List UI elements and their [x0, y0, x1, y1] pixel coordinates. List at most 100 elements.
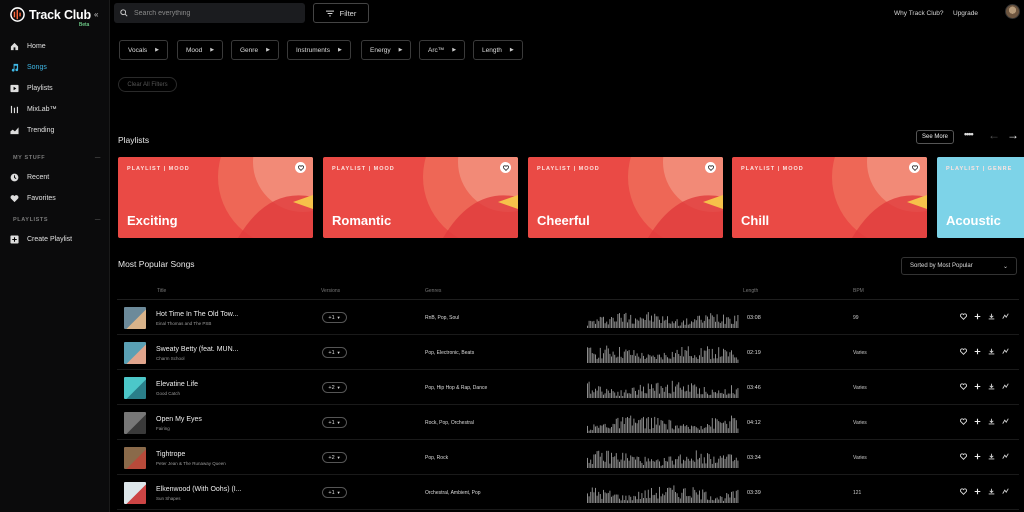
waveform[interactable]	[587, 308, 739, 328]
favorite-heart-icon[interactable]	[500, 162, 511, 173]
see-more-button[interactable]: See More	[916, 130, 954, 144]
song-row[interactable]: Open My Eyes Fairing +1 ▼ Rock, Pop, Orchest…	[117, 405, 1019, 440]
favorite-heart-icon[interactable]	[705, 162, 716, 173]
chip-energy[interactable]: Energy ▶	[361, 40, 412, 60]
search-box[interactable]	[114, 3, 305, 23]
song-title[interactable]: Hot Time In The Old Tow...	[156, 311, 238, 318]
collapse-sidebar-icon[interactable]: «	[94, 10, 98, 19]
album-art[interactable]	[124, 482, 146, 504]
song-artist[interactable]: Einal Thomas and The PSB	[156, 321, 211, 326]
create-playlist-button[interactable]: Create Playlist	[0, 229, 110, 250]
album-art[interactable]	[124, 377, 146, 399]
add-icon[interactable]	[973, 347, 982, 356]
download-icon[interactable]	[987, 312, 996, 321]
versions-dropdown[interactable]: +1 ▼	[322, 347, 347, 358]
playlist-card-acoustic[interactable]: PLAYLIST | GENRE Acoustic	[937, 157, 1024, 238]
versions-dropdown[interactable]: +1 ▼	[322, 417, 347, 428]
album-art[interactable]	[124, 447, 146, 469]
heart-icon[interactable]	[959, 382, 968, 391]
heart-icon[interactable]	[959, 452, 968, 461]
album-art[interactable]	[124, 342, 146, 364]
song-title[interactable]: Sweaty Betty (feat. MUN...	[156, 346, 238, 353]
column-header-length[interactable]: Length	[743, 288, 758, 294]
versions-dropdown[interactable]: +1 ▼	[322, 487, 347, 498]
song-title[interactable]: Open My Eyes	[156, 416, 202, 423]
heart-icon[interactable]	[959, 487, 968, 496]
download-icon[interactable]	[987, 382, 996, 391]
heart-icon[interactable]	[959, 417, 968, 426]
mixlab-icon[interactable]	[1001, 417, 1010, 426]
chip-arc[interactable]: Arc™ ▶	[419, 40, 466, 60]
add-icon[interactable]	[973, 452, 982, 461]
mixlab-icon[interactable]	[1001, 452, 1010, 461]
waveform[interactable]	[587, 378, 739, 398]
search-input[interactable]	[134, 9, 294, 17]
arrow-left-icon[interactable]: ←	[988, 128, 1000, 142]
chip-instruments[interactable]: Instruments ▶	[287, 40, 351, 60]
playlist-card-exciting[interactable]: PLAYLIST | MOOD Exciting	[118, 157, 313, 238]
chip-mood[interactable]: Mood ▶	[177, 40, 224, 60]
song-row[interactable]: Elevatine Life Good Catch +2 ▼ Pop, Hip Hop …	[117, 370, 1019, 405]
song-artist[interactable]: Sun Shapes	[156, 496, 181, 501]
waveform[interactable]	[587, 448, 739, 468]
nav-item-recent[interactable]: Recent	[0, 167, 110, 188]
arrow-right-icon[interactable]: →	[1007, 128, 1019, 142]
add-icon[interactable]	[973, 312, 982, 321]
waveform[interactable]	[587, 343, 739, 363]
nav-item-songs[interactable]: Songs	[0, 57, 110, 78]
add-icon[interactable]	[973, 487, 982, 496]
upgrade-link[interactable]: Upgrade	[953, 10, 978, 17]
song-title[interactable]: Elevatine Life	[156, 381, 198, 388]
versions-dropdown[interactable]: +2 ▼	[322, 382, 347, 393]
song-row[interactable]: Sweaty Betty (feat. MUN... Charm School +1…	[117, 335, 1019, 370]
song-artist[interactable]: Good Catch	[156, 391, 180, 396]
download-icon[interactable]	[987, 452, 996, 461]
nav-item-playlists[interactable]: Playlists	[0, 78, 110, 99]
nav-item-home[interactable]: Home	[0, 36, 110, 57]
album-art[interactable]	[124, 412, 146, 434]
song-artist[interactable]: Peter Jean & The Runaway Queen	[156, 461, 226, 466]
download-icon[interactable]	[987, 417, 996, 426]
filter-button[interactable]: Filter	[313, 3, 369, 23]
mixlab-icon[interactable]	[1001, 347, 1010, 356]
song-title[interactable]: Elkenwood (With Oohs) (I...	[156, 486, 242, 493]
chip-length[interactable]: Length ▶	[473, 40, 523, 60]
collapse-section-icon[interactable]: —	[95, 217, 101, 223]
song-artist[interactable]: Charm School	[156, 356, 185, 361]
versions-dropdown[interactable]: +2 ▼	[322, 452, 347, 463]
user-avatar[interactable]	[1005, 4, 1020, 19]
download-icon[interactable]	[987, 347, 996, 356]
add-icon[interactable]	[973, 417, 982, 426]
more-options-icon[interactable]: ••••	[964, 129, 974, 139]
sort-dropdown[interactable]: Sorted by Most Popular ⌄	[901, 257, 1017, 275]
column-header-bpm[interactable]: BPM	[853, 288, 864, 294]
nav-item-mixlab[interactable]: MixLab™	[0, 99, 110, 120]
mixlab-icon[interactable]	[1001, 382, 1010, 391]
column-header-title[interactable]: Title	[157, 288, 166, 294]
brand-logo[interactable]: Track Club	[10, 7, 91, 22]
chip-genre[interactable]: Genre ▶	[231, 40, 279, 60]
mixlab-icon[interactable]	[1001, 312, 1010, 321]
song-row[interactable]: Hot Time In The Old Tow... Einal Thomas a…	[117, 300, 1019, 335]
song-title[interactable]: Tightrope	[156, 451, 185, 458]
chip-vocals[interactable]: Vocals ▶	[119, 40, 169, 60]
versions-dropdown[interactable]: +1 ▼	[322, 312, 347, 323]
song-row[interactable]: Elkenwood (With Oohs) (I... Sun Shapes +1 ▼…	[117, 475, 1019, 510]
waveform[interactable]	[587, 413, 739, 433]
mixlab-icon[interactable]	[1001, 487, 1010, 496]
heart-icon[interactable]	[959, 312, 968, 321]
heart-icon[interactable]	[959, 347, 968, 356]
clear-all-filters-button[interactable]: Clear All Filters	[118, 77, 177, 92]
waveform[interactable]	[587, 483, 739, 503]
favorite-heart-icon[interactable]	[295, 162, 306, 173]
song-artist[interactable]: Fairing	[156, 426, 170, 431]
download-icon[interactable]	[987, 487, 996, 496]
song-row[interactable]: Tightrope Peter Jean & The Runaway Queen +…	[117, 440, 1019, 475]
playlist-card-romantic[interactable]: PLAYLIST | MOOD Romantic	[323, 157, 518, 238]
favorite-heart-icon[interactable]	[909, 162, 920, 173]
album-art[interactable]	[124, 307, 146, 329]
playlist-card-chill[interactable]: PLAYLIST | MOOD Chill	[732, 157, 927, 238]
nav-item-trending[interactable]: Trending	[0, 120, 110, 141]
collapse-section-icon[interactable]: —	[95, 155, 101, 161]
why-track-club-link[interactable]: Why Track Club?	[894, 10, 944, 17]
